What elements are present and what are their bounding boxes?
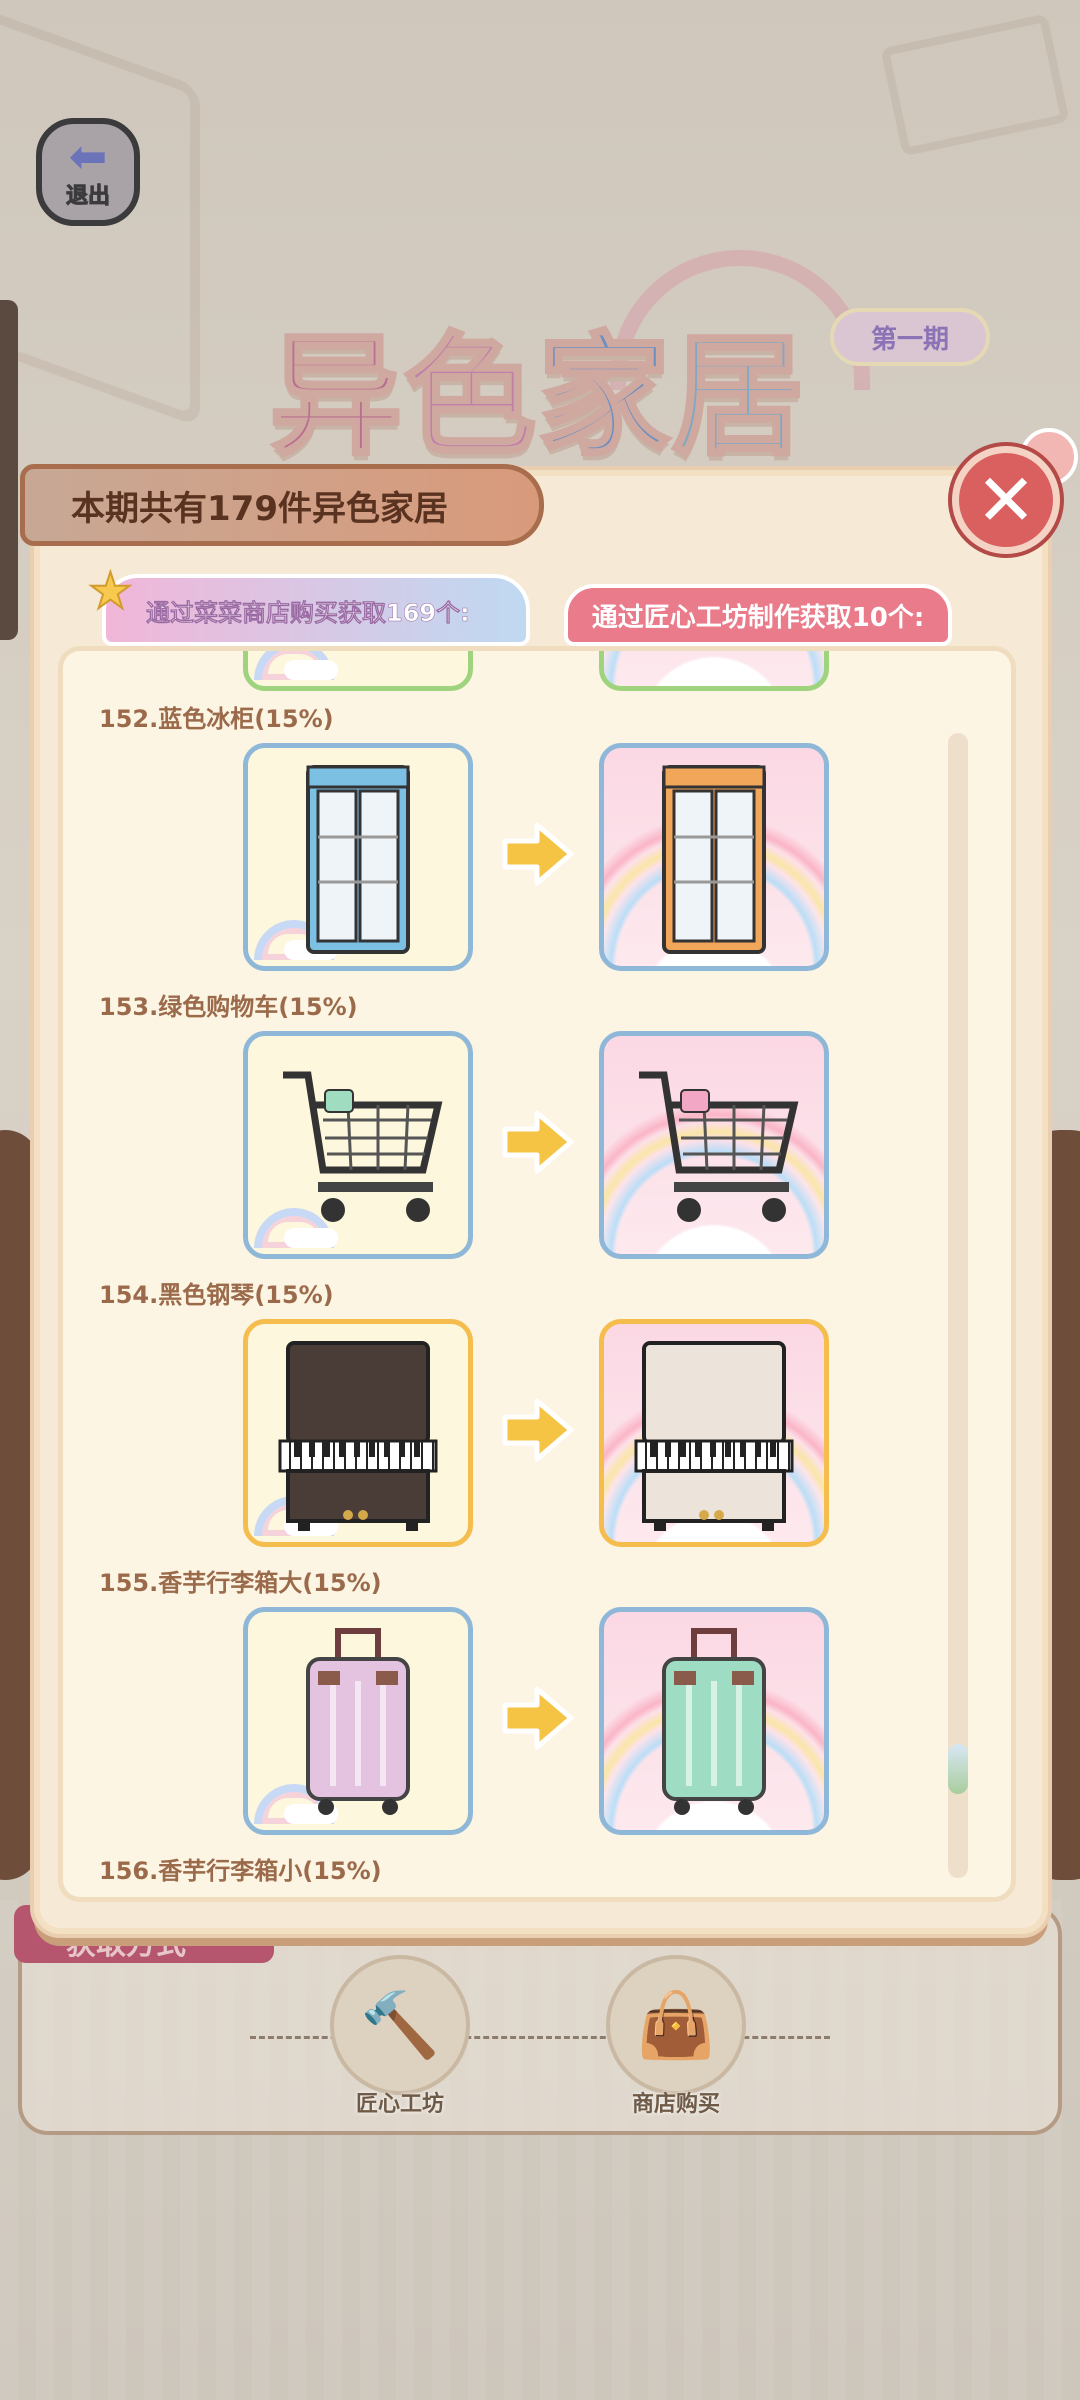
craft-station-button[interactable]: 🔨 [330, 1955, 470, 2095]
variant-list-scroll: 152.蓝色冰柜(15%) 153.绿色购物车(15%) 154.黑色钢琴(15… [63, 651, 1011, 1897]
side-tab[interactable] [0, 300, 18, 640]
tab-shop-purchase[interactable]: 通过菜菜商店购买获取169个: [102, 574, 530, 646]
item-original-tile[interactable] [243, 651, 473, 691]
item-variant-tile[interactable] [599, 1319, 829, 1547]
tab-craft-workshop[interactable]: 通过匠心工坊制作获取10个: [564, 584, 952, 646]
back-label: 退出 [65, 184, 110, 210]
list-item: 155.香芋行李箱大(15%) [63, 1563, 1011, 1851]
list-item-partial: 156.香芋行李箱小(15%) [63, 1851, 1011, 1897]
title-char: 家 [536, 318, 672, 476]
issue-badge: 第一期 [830, 308, 990, 366]
arrow-right-icon [502, 1398, 574, 1462]
back-button[interactable]: ⬅ 退出 [36, 118, 140, 226]
scrollbar-track[interactable] [948, 733, 968, 1878]
arrow-right-icon [502, 1686, 574, 1750]
arrow-right-icon [502, 1110, 574, 1174]
shop-station-button[interactable]: 👜 [606, 1955, 746, 2095]
star-icon: ★ [87, 561, 134, 621]
hammer-icon: 🔨 [360, 1988, 440, 2063]
item-name: 154.黑色钢琴(15%) [99, 1281, 334, 1309]
tab-craft-label: 通过匠心工坊制作获取10个: [591, 602, 925, 633]
item-variant-tile[interactable] [599, 1031, 829, 1259]
item-variant-tile[interactable] [599, 651, 829, 691]
dialog-banner-text: 本期共有179件异色家居 [71, 488, 448, 529]
title-char: 异 [268, 318, 404, 476]
item-variant-tile[interactable] [599, 1607, 829, 1835]
variant-list[interactable]: 152.蓝色冰柜(15%) 153.绿色购物车(15%) 154.黑色钢琴(15… [58, 646, 1016, 1902]
close-button[interactable]: ✕ [952, 446, 1060, 554]
list-item-partial [63, 651, 1011, 699]
item-name: 156.香芋行李箱小(15%) [99, 1857, 382, 1885]
item-name: 153.绿色购物车(15%) [99, 993, 358, 1021]
title-char: 色 [402, 318, 538, 476]
arrow-right-icon [502, 822, 574, 886]
page-title: 异色家居 [268, 290, 806, 481]
title-char: 居 [670, 318, 806, 476]
item-original-tile[interactable] [243, 1607, 473, 1835]
tab-shop-label: 通过菜菜商店购买获取169个: [146, 598, 470, 627]
item-original-tile[interactable] [243, 743, 473, 971]
list-item: 153.绿色购物车(15%) [63, 987, 1011, 1275]
list-item: 152.蓝色冰柜(15%) [63, 699, 1011, 987]
close-icon: ✕ [975, 458, 1037, 542]
scrollbar-thumb[interactable] [948, 1744, 968, 1794]
back-arrow-icon: ⬅ [68, 129, 108, 183]
item-variant-tile[interactable] [599, 743, 829, 971]
item-name: 155.香芋行李箱大(15%) [99, 1569, 382, 1597]
shop-station-label: 商店购买 [631, 2092, 720, 2117]
item-name: 152.蓝色冰柜(15%) [99, 705, 334, 733]
bg-decoration [880, 13, 1070, 157]
shopping-bag-icon: 👜 [636, 1988, 716, 2063]
craft-station-label: 匠心工坊 [355, 2092, 444, 2117]
dialog-banner: 本期共有179件异色家居 [20, 464, 544, 546]
list-item: 154.黑色钢琴(15%) [63, 1275, 1011, 1563]
item-original-tile[interactable] [243, 1319, 473, 1547]
item-original-tile[interactable] [243, 1031, 473, 1259]
